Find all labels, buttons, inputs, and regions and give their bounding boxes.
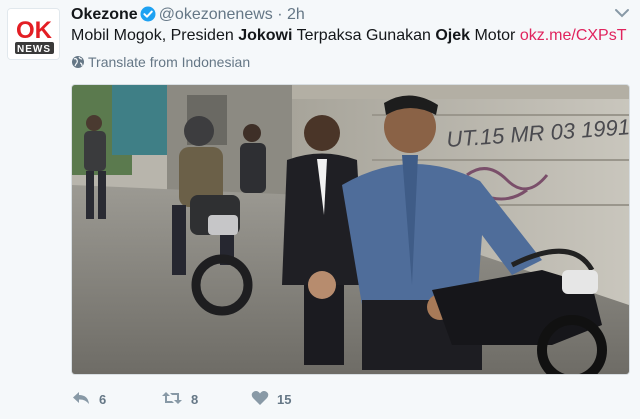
tweet-card[interactable]: OK NEWS Okezone @okezonenews · 2h Mobil M… bbox=[0, 0, 640, 419]
heart-icon bbox=[251, 390, 269, 409]
globe-icon bbox=[71, 55, 85, 73]
tweet-text-part: Mobil Mogok, Presiden bbox=[71, 27, 239, 44]
tweet-text-bold: Jokowi bbox=[238, 27, 293, 44]
retweet-icon bbox=[161, 390, 183, 409]
tweet-timestamp[interactable]: 2h bbox=[287, 6, 305, 23]
verified-badge-icon bbox=[140, 6, 156, 28]
logo-text-bottom: NEWS bbox=[17, 44, 51, 55]
retweet-count: 8 bbox=[191, 391, 199, 407]
tweet-header: Okezone @okezonenews · 2h bbox=[71, 5, 305, 28]
tweet-text-part: Terpaksa Gunakan bbox=[292, 27, 436, 44]
like-count: 15 bbox=[277, 391, 292, 407]
logo-text-top: OK bbox=[16, 17, 53, 44]
reply-button[interactable]: 6 bbox=[71, 388, 106, 410]
chevron-down-icon[interactable] bbox=[614, 6, 630, 20]
reply-count: 6 bbox=[99, 391, 107, 407]
like-button[interactable]: 15 bbox=[251, 388, 291, 410]
okezone-logo: OK NEWS bbox=[8, 9, 59, 59]
reply-icon bbox=[71, 390, 91, 409]
tweet-link[interactable]: okz.me/CXPsT bbox=[520, 27, 627, 44]
separator-dot: · bbox=[277, 6, 283, 23]
translate-label: Translate from Indonesian bbox=[88, 54, 251, 70]
tweet-text-bold: Ojek bbox=[435, 27, 471, 44]
tweet-photo[interactable]: UT.15 MR 03 1991 bbox=[71, 84, 630, 375]
author-handle[interactable]: @okezonenews bbox=[159, 6, 273, 23]
author-name[interactable]: Okezone bbox=[71, 6, 138, 23]
tweet-text: Mobil Mogok, Presiden Jokowi Terpaksa Gu… bbox=[71, 26, 627, 46]
photo-scene: UT.15 MR 03 1991 bbox=[72, 85, 629, 374]
translate-link[interactable]: Translate from Indonesian bbox=[71, 53, 250, 73]
avatar[interactable]: OK NEWS bbox=[7, 8, 60, 60]
tweet-text-part: Motor bbox=[470, 27, 520, 44]
retweet-button[interactable]: 8 bbox=[161, 388, 198, 410]
